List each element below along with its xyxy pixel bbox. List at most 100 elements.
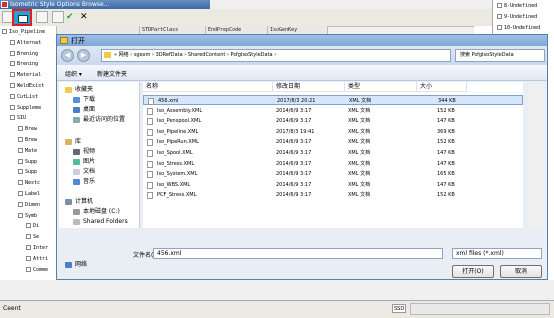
tree-item[interactable]: Mate — [18, 147, 37, 155]
expand-icon[interactable] — [18, 212, 23, 218]
check-icon[interactable]: ✔ — [66, 11, 78, 23]
file-row[interactable]: Iso_PipeRun.XML 2014/6/9 3:17 XML 文档 152 KB — [143, 137, 523, 147]
nav-downloads[interactable]: 下载 — [73, 96, 95, 104]
expand-icon[interactable] — [18, 147, 23, 153]
tree-item[interactable]: Dimen — [18, 201, 40, 209]
file-row[interactable]: Iso_Spool.XML 2014/6/9 3:17 XML 文档 147 KB — [143, 148, 523, 158]
expand-icon[interactable] — [18, 180, 23, 186]
tree-item[interactable]: Suppleme — [10, 104, 41, 112]
tree-item[interactable]: Symb — [18, 212, 37, 220]
expand-icon[interactable] — [10, 39, 15, 45]
open-button[interactable]: 打开(O) — [452, 265, 494, 278]
expand-icon[interactable] — [18, 137, 23, 142]
column-type[interactable]: 类型 — [345, 82, 417, 92]
nav-documents[interactable]: 文档 — [73, 168, 95, 176]
file-list-scrollbar[interactable] — [529, 82, 543, 228]
expand-icon[interactable] — [10, 104, 15, 110]
tree-item[interactable]: Inter — [26, 244, 48, 252]
nav-recent[interactable]: 最近访问的位置 — [73, 116, 125, 124]
file-row[interactable]: 456.xml 2017/8/3 20:21 XML 文档 344 KB — [143, 95, 523, 105]
tree-item-label: Suppleme — [17, 104, 42, 111]
expand-icon[interactable] — [26, 266, 31, 272]
back-button[interactable]: ◀ — [61, 49, 74, 62]
nav-videos[interactable]: 视频 — [73, 148, 95, 156]
file-row[interactable]: Iso_Assembly.XML 2014/6/9 3:17 XML 文档 152 K… — [143, 106, 523, 116]
expand-icon[interactable] — [497, 24, 502, 30]
close-icon[interactable]: ✕ — [80, 11, 92, 23]
tree-item[interactable]: Comme — [26, 266, 48, 274]
expand-icon[interactable] — [10, 83, 15, 88]
tree-item[interactable]: Nestc — [18, 179, 40, 187]
expand-icon[interactable] — [18, 169, 23, 175]
horizontal-scrollbar[interactable] — [410, 303, 550, 315]
nav-libraries[interactable]: 库 — [65, 138, 81, 146]
nav-desktop[interactable]: 桌面 — [73, 106, 95, 114]
tree-item[interactable]: Material — [10, 71, 41, 79]
forward-button[interactable]: ▶ — [77, 49, 90, 62]
tree-item[interactable]: Attri — [26, 255, 48, 263]
expand-icon[interactable] — [10, 93, 15, 99]
file-row[interactable]: Iso_WBS.XML 2014/6/9 3:17 XML 文档 147 KB — [143, 180, 523, 190]
tree-item[interactable]: Brening — [10, 60, 38, 68]
open-style-button[interactable] — [12, 9, 32, 26]
column-size[interactable]: 大小 — [417, 82, 467, 92]
expand-icon[interactable] — [10, 72, 15, 78]
tree-item[interactable]: Supp — [18, 168, 37, 176]
file-row[interactable]: PCF_Stress.XML 2014/6/9 3:17 XML 文档 152 KB — [143, 190, 523, 200]
tree-item[interactable]: Label — [18, 190, 40, 198]
tree-item[interactable]: SIU — [10, 114, 26, 122]
tree-item[interactable]: CutList — [10, 93, 38, 101]
expand-icon[interactable] — [10, 50, 15, 56]
dialog-nav-bar: ◀ ▶ « 网络 › sgexm › 3DRefData › SharedCon… — [57, 46, 547, 65]
nav-shared-folders[interactable]: Shared Folders — [73, 218, 128, 226]
cancel-button[interactable]: 取消 — [500, 265, 542, 278]
tree-item[interactable]: 10-Undefined — [497, 24, 540, 32]
file-date: 2014/6/9 3:17 — [276, 107, 312, 114]
expand-icon[interactable] — [18, 126, 23, 132]
expand-icon[interactable] — [18, 201, 23, 207]
filename-input[interactable]: 456.xml — [153, 248, 443, 259]
nav-network[interactable]: 网络 — [65, 261, 87, 269]
new-folder-button[interactable]: 新建文件夹 — [97, 69, 127, 78]
tree-item[interactable]: Iso_Pipeline — [2, 28, 45, 36]
address-bar[interactable]: « 网络 › sgexm › 3DRefData › SharedContent… — [101, 49, 451, 62]
expand-icon[interactable] — [26, 223, 31, 229]
nav-computer[interactable]: 计算机 — [65, 198, 93, 206]
file-row[interactable]: Iso_Penspool.XML 2014/6/9 3:17 XML 文档 147 K… — [143, 116, 523, 126]
file-row[interactable]: Iso_Pipeline.XML 2017/8/3 19:41 XML 文档 369 … — [143, 127, 523, 137]
nav-music[interactable]: 音乐 — [73, 178, 95, 186]
toolbar-grid-button[interactable] — [36, 11, 48, 23]
tree-item[interactable]: WeldExist — [10, 82, 44, 90]
tree-item[interactable]: 9-Undefined — [497, 13, 537, 21]
tree-item[interactable]: Di — [26, 222, 39, 230]
column-date[interactable]: 修改日期 — [273, 82, 345, 92]
tree-item[interactable]: 8-Undefined — [497, 2, 537, 10]
toolbar-save-button[interactable] — [52, 11, 64, 23]
expand-icon[interactable] — [26, 234, 31, 240]
organize-button[interactable]: 组织 ▾ — [65, 69, 82, 78]
tree-item[interactable]: Alternat — [10, 39, 41, 47]
expand-icon[interactable] — [10, 115, 15, 121]
tree-item[interactable]: Brening — [10, 50, 38, 58]
search-input[interactable]: 搜索 PsfgIsoStyleData — [455, 49, 545, 62]
expand-icon[interactable] — [18, 191, 23, 196]
tree-item[interactable]: Se — [26, 233, 39, 241]
nav-local-disk[interactable]: 本地磁盘 (C:) — [73, 208, 120, 216]
expand-icon[interactable] — [2, 29, 7, 34]
expand-icon[interactable] — [26, 255, 31, 261]
expand-icon[interactable] — [26, 245, 31, 250]
expand-icon[interactable] — [497, 3, 502, 8]
tree-item[interactable]: Brew — [18, 125, 37, 133]
filetype-select[interactable]: xml files (*.xml) — [452, 248, 542, 259]
tree-item[interactable]: Supp — [18, 158, 37, 166]
file-type: XML 文档 — [348, 181, 371, 188]
nav-favorites[interactable]: 收藏夹 — [65, 86, 93, 94]
expand-icon[interactable] — [10, 61, 15, 67]
file-row[interactable]: Iso_System.XML 2014/6/9 3:17 XML 文档 165 KB — [143, 169, 523, 179]
file-row[interactable]: Iso_Stress.XML 2014/6/9 3:17 XML 文档 147 KB — [143, 159, 523, 169]
expand-icon[interactable] — [18, 158, 23, 164]
column-name[interactable]: 名称 — [143, 82, 273, 92]
nav-pictures[interactable]: 图片 — [73, 158, 95, 166]
expand-icon[interactable] — [497, 13, 502, 19]
tree-item[interactable]: Brew — [18, 136, 37, 144]
